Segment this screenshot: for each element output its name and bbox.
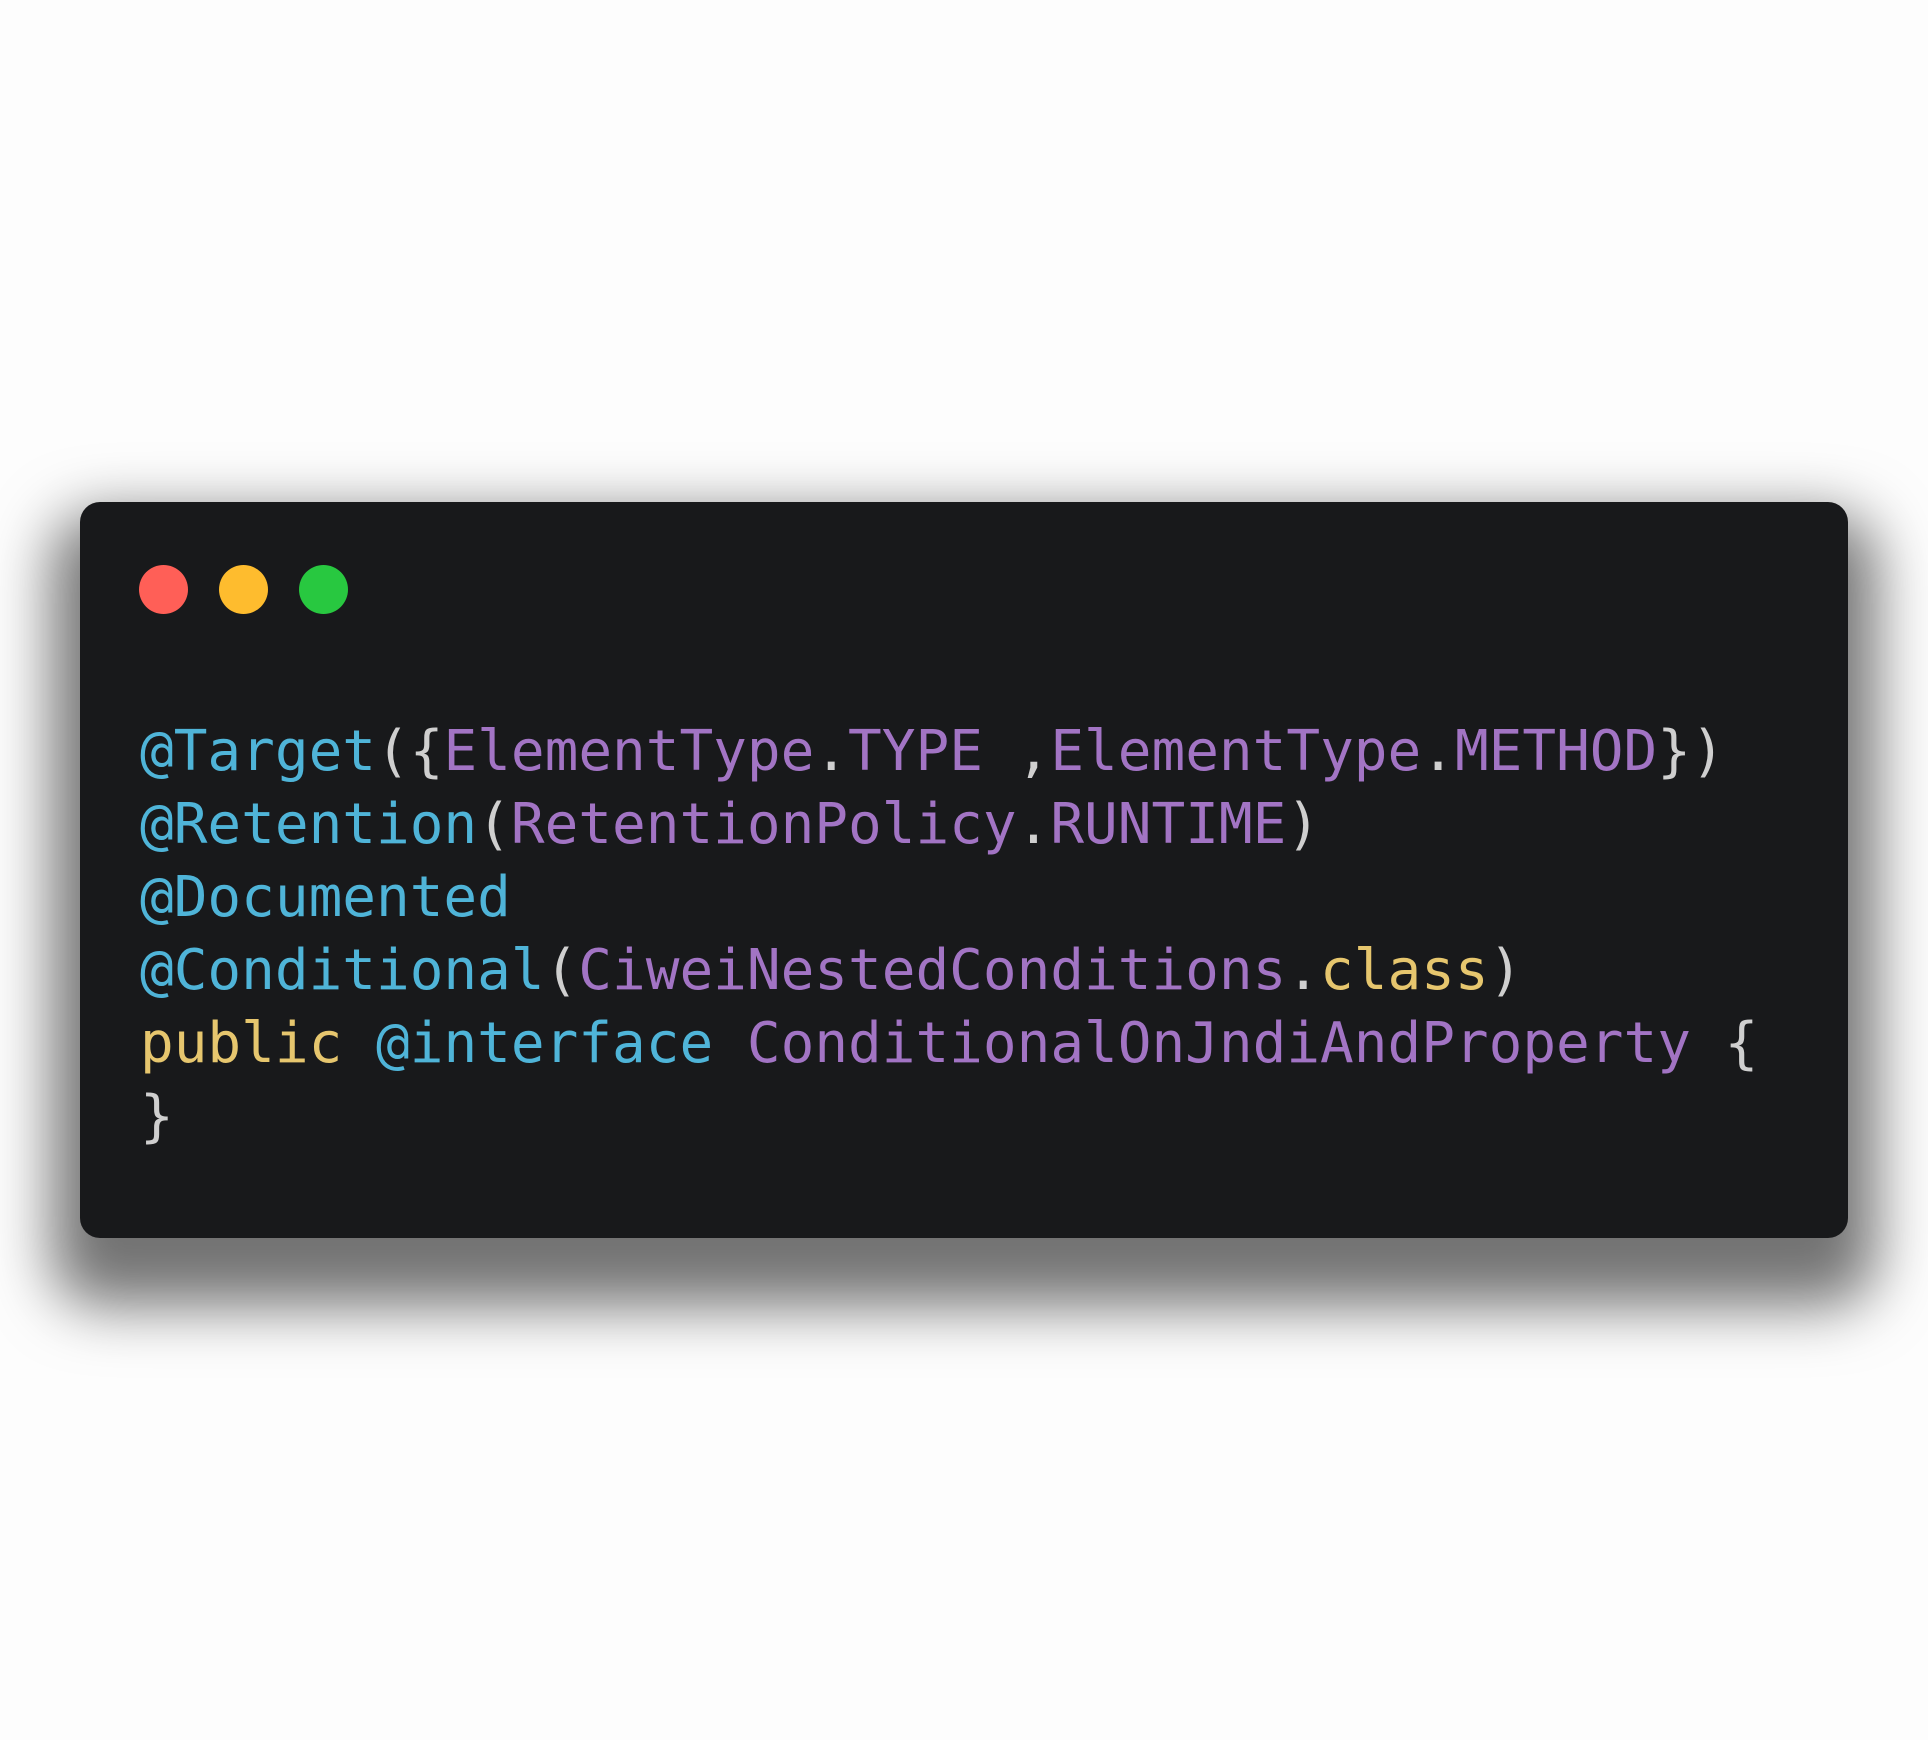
maximize-dot-icon[interactable] bbox=[299, 565, 348, 614]
code-token-type: ElementType bbox=[1050, 719, 1422, 784]
code-token-type: RetentionPolicy bbox=[510, 792, 1017, 857]
code-token-punctuation: ) bbox=[1286, 792, 1321, 857]
code-line: } bbox=[140, 1080, 1758, 1153]
code-token-type: TYPE bbox=[848, 719, 983, 784]
code-line: @Conditional(CiweiNestedConditions.class… bbox=[140, 934, 1758, 1007]
code-line: @Retention(RetentionPolicy.RUNTIME) bbox=[140, 788, 1758, 861]
code-token-annotation: @Retention bbox=[140, 792, 478, 857]
code-token-punctuation: ) bbox=[1488, 938, 1523, 1003]
close-dot-icon[interactable] bbox=[139, 565, 188, 614]
code-token-punctuation: . bbox=[1286, 938, 1321, 1003]
code-token-type: ConditionalOnJndiAndProperty bbox=[746, 1011, 1691, 1076]
code-token-punctuation: }) bbox=[1657, 719, 1725, 784]
code-token-punctuation: { bbox=[1690, 1011, 1759, 1076]
code-token-punctuation: } bbox=[140, 1084, 174, 1149]
code-token-type: METHOD bbox=[1454, 719, 1658, 784]
code-window: @Target({ElementType.TYPE ,ElementType.M… bbox=[80, 502, 1848, 1238]
code-token-type: RUNTIME bbox=[1050, 792, 1287, 857]
code-token-annotation: @Target bbox=[140, 719, 377, 784]
minimize-dot-icon[interactable] bbox=[219, 565, 268, 614]
code-token-punctuation: . bbox=[1016, 792, 1051, 857]
window-controls bbox=[139, 565, 348, 614]
code-token-type: ElementType bbox=[443, 719, 815, 784]
code-token-punctuation: ( bbox=[477, 792, 511, 857]
code-token-type: CiweiNestedConditions bbox=[578, 938, 1287, 1003]
code-token-punctuation bbox=[342, 1011, 376, 1076]
code-token-punctuation bbox=[713, 1011, 747, 1076]
code-token-annotation: @interface bbox=[376, 1011, 714, 1076]
code-token-punctuation: ({ bbox=[376, 719, 444, 784]
code-token-punctuation: . bbox=[1421, 719, 1455, 784]
code-line: @Target({ElementType.TYPE ,ElementType.M… bbox=[140, 715, 1758, 788]
code-token-punctuation: . bbox=[814, 719, 849, 784]
code-token-punctuation: , bbox=[982, 719, 1051, 784]
code-line: @Documented bbox=[140, 861, 1758, 934]
code-token-punctuation: ( bbox=[544, 938, 579, 1003]
code-token-keyword: public bbox=[140, 1011, 343, 1076]
code-token-annotation: @Documented bbox=[140, 865, 511, 930]
code-block: @Target({ElementType.TYPE ,ElementType.M… bbox=[140, 715, 1758, 1153]
code-token-annotation: @Conditional bbox=[140, 938, 545, 1003]
code-line: public @interface ConditionalOnJndiAndPr… bbox=[140, 1007, 1758, 1080]
code-token-keyword: class bbox=[1320, 938, 1489, 1003]
